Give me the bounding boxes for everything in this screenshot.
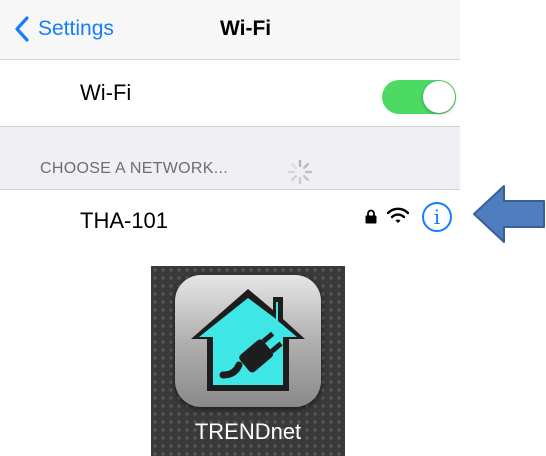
toggle-knob — [423, 81, 455, 113]
network-section-header: CHOOSE A NETWORK... — [0, 127, 460, 190]
info-icon[interactable]: i — [422, 202, 452, 232]
navigation-bar: Settings Wi-Fi — [0, 0, 460, 60]
choose-network-label: CHOOSE A NETWORK... — [40, 160, 228, 177]
wifi-toggle-label: Wi-Fi — [80, 80, 132, 105]
arrow-left-icon — [473, 185, 545, 243]
chevron-left-icon — [15, 16, 29, 42]
wifi-settings-screen: Settings Wi-Fi Wi-Fi CHOOSE A NETWORK...… — [0, 0, 460, 248]
page-title: Wi-Fi — [220, 17, 272, 40]
back-button-label: Settings — [38, 17, 114, 40]
house-plug-graphic — [191, 289, 305, 391]
house-plug-icon — [175, 275, 321, 407]
wifi-toggle-switch[interactable] — [382, 80, 456, 114]
loading-spinner-icon — [287, 159, 313, 185]
network-name: THA-101 — [80, 208, 169, 233]
app-name-label: TRENDnet — [194, 419, 302, 444]
back-button[interactable]: Settings — [14, 14, 114, 44]
wifi-signal-icon — [387, 207, 409, 223]
lock-icon — [365, 209, 377, 224]
